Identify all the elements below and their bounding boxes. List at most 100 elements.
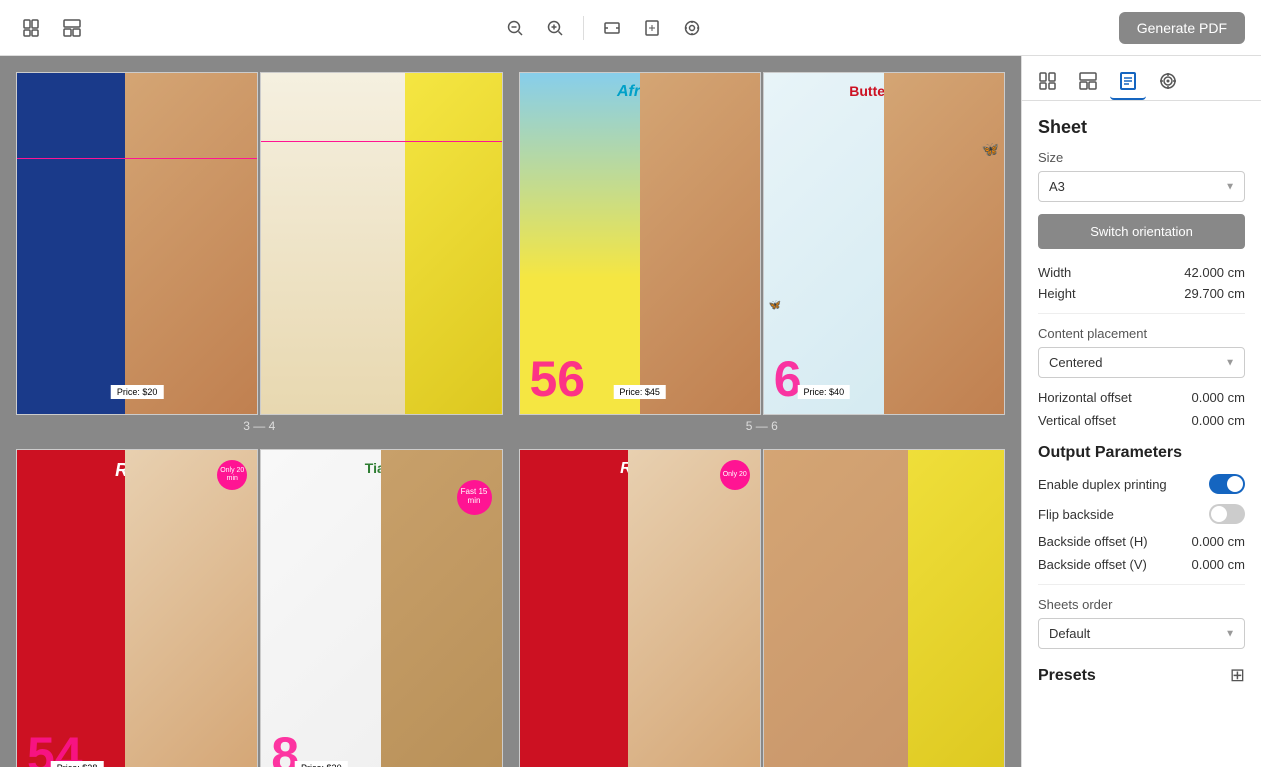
panel-tabs bbox=[1022, 56, 1261, 101]
spread-5-6: Africa 56 Price: $45 Butterflies 6 Price… bbox=[519, 72, 1006, 433]
zoom-out-icon bbox=[506, 19, 524, 37]
height-label: Height bbox=[1038, 286, 1076, 301]
flip-backside-toggle[interactable] bbox=[1209, 504, 1245, 524]
horizontal-offset-row: Horizontal offset 0.000 cm bbox=[1038, 390, 1245, 405]
spread-3-4-label: 3 — 4 bbox=[243, 419, 275, 433]
content-area[interactable]: Price: $20 3 — 4 bbox=[0, 56, 1021, 767]
sheet-title: Sheet bbox=[1038, 117, 1245, 138]
page-3-content: Price: $20 bbox=[17, 73, 257, 414]
page-4-pink-line bbox=[261, 141, 501, 142]
page-6-content: Butterflies 6 Price: $40 🦋 🦋 bbox=[764, 73, 1004, 414]
page-extra-2[interactable] bbox=[763, 449, 1005, 767]
vertical-offset-label: Vertical offset bbox=[1038, 413, 1116, 428]
page-extra-2-hair bbox=[764, 450, 908, 767]
tab-layout-icon bbox=[1078, 71, 1098, 91]
pages-icon-btn[interactable] bbox=[16, 12, 48, 44]
page-7-hair bbox=[125, 450, 257, 767]
page-7-content: Rose Only 20 min 54 Price: $28 bbox=[17, 450, 257, 767]
zoom-reset-icon bbox=[683, 19, 701, 37]
size-select-wrapper: A3 A4 Letter bbox=[1038, 171, 1245, 202]
backside-offset-v-row: Backside offset (V) 0.000 cm bbox=[1038, 557, 1245, 572]
zoom-in-icon bbox=[546, 19, 564, 37]
page-3-hair bbox=[125, 73, 257, 414]
right-panel: Sheet Size A3 A4 Letter Switch orientati… bbox=[1021, 56, 1261, 767]
page-3-thumb[interactable]: Price: $20 bbox=[16, 72, 258, 415]
spread-7-8-pages: Rose Only 20 min 54 Price: $28 Tiara Fas… bbox=[16, 449, 503, 767]
toolbar: Generate PDF bbox=[0, 0, 1261, 56]
sheets-order-select[interactable]: Default Reversed bbox=[1038, 618, 1245, 649]
layout-icon bbox=[62, 18, 82, 38]
fit-page-button[interactable] bbox=[636, 12, 668, 44]
vertical-offset-value: 0.000 cm bbox=[1191, 413, 1245, 428]
backside-offset-v-value: 0.000 cm bbox=[1191, 557, 1245, 572]
enable-duplex-row: Enable duplex printing bbox=[1038, 474, 1245, 494]
zoom-in-button[interactable] bbox=[539, 12, 571, 44]
panel-content: Sheet Size A3 A4 Letter Switch orientati… bbox=[1022, 101, 1261, 702]
content-placement-select[interactable]: Centered Top Left Custom bbox=[1038, 347, 1245, 378]
fit-width-button[interactable] bbox=[596, 12, 628, 44]
spread-5-6-pages: Africa 56 Price: $45 Butterflies 6 Price… bbox=[519, 72, 1006, 415]
tab-sheet-icon bbox=[1118, 71, 1138, 91]
tab-target-icon bbox=[1158, 71, 1178, 91]
tab-layout[interactable] bbox=[1070, 64, 1106, 100]
page-8-thumb[interactable]: Tiara Fast 15 min 8 Price: $20 bbox=[260, 449, 502, 767]
content-placement-label: Content placement bbox=[1038, 326, 1245, 341]
backside-offset-h-value: 0.000 cm bbox=[1191, 534, 1245, 549]
page-6-price: Price: $40 bbox=[798, 385, 851, 399]
tab-target[interactable] bbox=[1150, 64, 1186, 100]
sheets-order-wrapper: Default Reversed bbox=[1038, 618, 1245, 649]
fit-page-icon bbox=[643, 19, 661, 37]
zoom-out-button[interactable] bbox=[499, 12, 531, 44]
page-4-content bbox=[261, 73, 501, 414]
page-3-pink-line bbox=[17, 158, 257, 159]
page-extra-1-badge: Only 20 bbox=[720, 460, 750, 490]
presets-grid-icon[interactable]: ⊞ bbox=[1230, 665, 1245, 686]
output-parameters-title: Output Parameters bbox=[1038, 444, 1245, 462]
page-6-thumb[interactable]: Butterflies 6 Price: $40 🦋 🦋 bbox=[763, 72, 1005, 415]
page-6-butterfly1: 🦋 bbox=[982, 141, 999, 158]
presets-header: Presets ⊞ bbox=[1038, 665, 1245, 686]
tab-pages[interactable] bbox=[1030, 64, 1066, 100]
toolbar-right: Generate PDF bbox=[1119, 12, 1245, 44]
divider-2 bbox=[1038, 584, 1245, 585]
page-8-price: Price: $20 bbox=[295, 761, 348, 767]
pages-icon bbox=[22, 18, 42, 38]
size-select[interactable]: A3 A4 Letter bbox=[1038, 171, 1245, 202]
zoom-reset-button[interactable] bbox=[676, 12, 708, 44]
page-extra-2-content bbox=[764, 450, 1004, 767]
content-placement-wrapper: Centered Top Left Custom bbox=[1038, 347, 1245, 378]
page-7-thumb[interactable]: Rose Only 20 min 54 Price: $28 bbox=[16, 449, 258, 767]
presets-title: Presets bbox=[1038, 667, 1096, 685]
toolbar-divider bbox=[583, 16, 584, 40]
page-5-num-56: 56 bbox=[530, 354, 586, 404]
tab-sheet[interactable] bbox=[1110, 64, 1146, 100]
page-5-price: Price: $45 bbox=[613, 385, 666, 399]
divider-1 bbox=[1038, 313, 1245, 314]
page-6-hair bbox=[884, 73, 1004, 414]
flip-backside-label: Flip backside bbox=[1038, 507, 1114, 522]
page-4-thumb[interactable] bbox=[260, 72, 502, 415]
width-row: Width 42.000 cm bbox=[1038, 265, 1245, 280]
generate-pdf-button[interactable]: Generate PDF bbox=[1119, 12, 1245, 44]
main-area: Price: $20 3 — 4 bbox=[0, 56, 1261, 767]
page-5-thumb[interactable]: Africa 56 Price: $45 bbox=[519, 72, 761, 415]
toolbar-left bbox=[16, 12, 88, 44]
page-5-content: Africa 56 Price: $45 bbox=[520, 73, 760, 414]
backside-offset-v-label: Backside offset (V) bbox=[1038, 557, 1147, 572]
layout-icon-btn[interactable] bbox=[56, 12, 88, 44]
spread-5-6-label: 5 — 6 bbox=[746, 419, 778, 433]
page-4-yellow bbox=[405, 73, 501, 414]
page-extra-1[interactable]: Rose Only 20 bbox=[519, 449, 761, 767]
page-7-price: Price: $28 bbox=[51, 761, 104, 767]
size-label: Size bbox=[1038, 150, 1245, 165]
backside-offset-h-row: Backside offset (H) 0.000 cm bbox=[1038, 534, 1245, 549]
backside-offset-h-label: Backside offset (H) bbox=[1038, 534, 1148, 549]
spread-3-4: Price: $20 3 — 4 bbox=[16, 72, 503, 433]
toolbar-center bbox=[96, 12, 1111, 44]
switch-orientation-button[interactable]: Switch orientation bbox=[1038, 214, 1245, 249]
sheets-order-label: Sheets order bbox=[1038, 597, 1245, 612]
enable-duplex-toggle[interactable] bbox=[1209, 474, 1245, 494]
page-7-only-badge: Only 20 min bbox=[217, 460, 247, 490]
spread-7-8: Rose Only 20 min 54 Price: $28 Tiara Fas… bbox=[16, 449, 503, 767]
page-4-hair bbox=[261, 73, 405, 414]
